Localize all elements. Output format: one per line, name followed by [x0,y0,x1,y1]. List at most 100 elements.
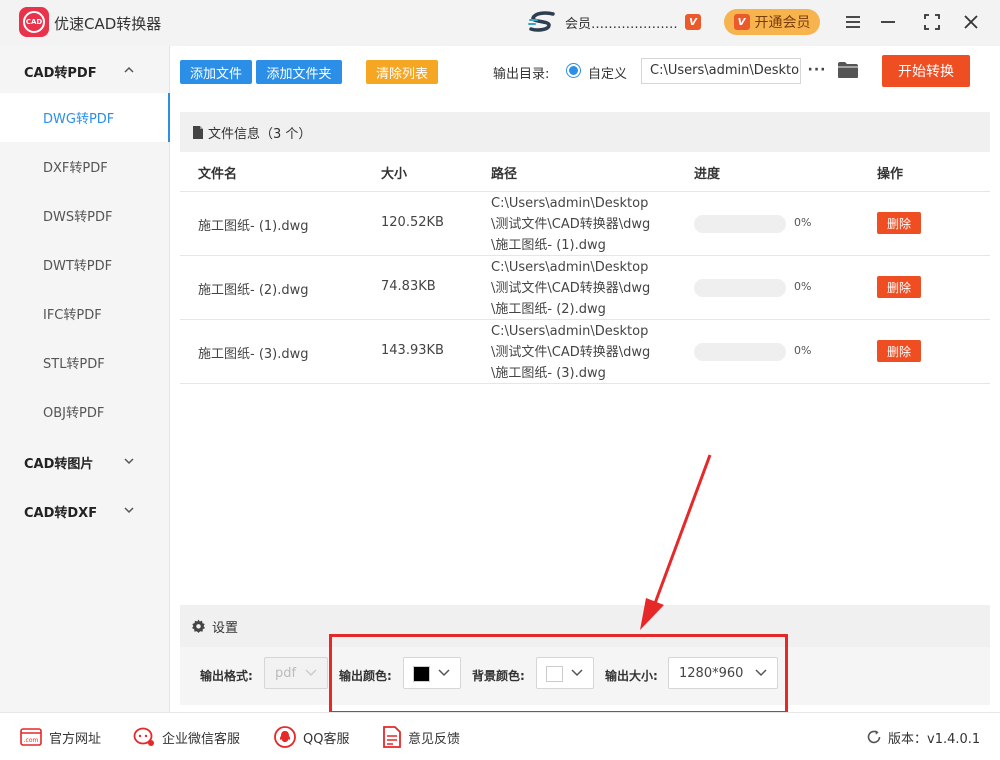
feedback-label: 意见反馈 [408,731,461,747]
wecom-service-label: 企业微信客服 [162,731,241,747]
more-options-icon[interactable]: ··· [807,60,827,80]
app-logo-icon: CAD [19,7,49,37]
chevron-down-icon [305,669,317,677]
feedback-link[interactable]: 意见反馈 [383,726,460,748]
table-row[interactable]: 施工图纸- (3).dwg 143.93KB C:\Users\admin\De… [180,320,990,384]
sidebar-item-stl-to-pdf[interactable]: STL转PDF [0,338,169,387]
folder-icon[interactable] [837,61,859,79]
chevron-down-icon[interactable] [124,456,134,466]
file-path: C:\Users\admin\Desktop \测试文件\CAD转换器\dwg … [491,192,671,256]
add-folder-button[interactable]: 添加文件夹 [256,60,342,84]
output-dir-label: 输出目录: [493,67,550,82]
version-info[interactable]: 版本：v1.4.0.1 [866,726,980,748]
col-header-progress: 进度 [694,167,721,182]
vip-button-label: 开通会员 [754,15,811,31]
progress-bar [694,343,786,361]
file-path-line: C:\Users\admin\Desktop [491,259,649,275]
delete-button[interactable]: 删除 [877,212,921,234]
file-path-line: \测试文件\CAD转换器\dwg [491,216,651,232]
sidebar-item-ifc-to-pdf[interactable]: IFC转PDF [0,289,169,338]
file-info-header: 文件信息（3 个） [180,112,990,152]
svg-text:.com: .com [24,737,39,744]
gear-icon [192,618,205,633]
clear-list-button[interactable]: 清除列表 [366,60,438,84]
sidebar-group-cad-to-pdf[interactable]: CAD转PDF [24,62,97,81]
file-path: C:\Users\admin\Desktop \测试文件\CAD转换器\dwg … [491,256,671,320]
settings-title: 设置 [212,620,239,636]
menu-icon[interactable] [842,11,864,33]
sidebar: CAD转PDF DWG转PDF DXF转PDF DWS转PDF DWT转PDF … [0,46,170,712]
file-name: 施工图纸- (3).dwg [198,347,309,362]
maximize-icon[interactable] [921,11,943,33]
chevron-up-icon[interactable] [124,65,134,75]
add-file-button[interactable]: 添加文件 [180,60,252,84]
file-size: 143.93KB [381,343,444,358]
user-logo-icon [528,11,555,32]
sidebar-item-dxf-to-pdf[interactable]: DXF转PDF [0,142,169,191]
file-size: 74.83KB [381,279,436,294]
vip-button[interactable]: V 开通会员 [724,9,820,35]
minimize-icon[interactable] [877,11,899,33]
qq-service-link[interactable]: QQ客服 [274,726,349,748]
refresh-icon [867,730,881,744]
output-path-field[interactable]: C:\Users\admin\Desktop [641,58,801,84]
vip-badge-icon: V [685,14,701,30]
table-row[interactable]: 施工图纸- (1).dwg 120.52KB C:\Users\admin\De… [180,192,990,256]
file-path-line: C:\Users\admin\Desktop [491,195,649,211]
vip-icon: V [733,14,750,30]
output-mode-radio[interactable] [566,63,581,78]
output-mode-label[interactable]: 自定义 [588,63,627,82]
file-path-line: \施工图纸- (2).dwg [491,301,606,317]
delete-button[interactable]: 删除 [877,340,921,362]
progress-text: 0% [794,216,812,229]
output-format-select: pdf [264,657,328,689]
app-title: 优速CAD转换器 [54,15,162,33]
table-row[interactable]: 施工图纸- (2).dwg 74.83KB C:\Users\admin\Des… [180,256,990,320]
version-label: 版本：v1.4.0.1 [888,731,981,747]
output-format-label: 输出格式: [200,669,253,683]
sidebar-item-dwg-to-pdf[interactable]: DWG转PDF [0,93,170,142]
footer: .com 官方网址 企业微信客服 QQ客服 意见反馈 版本：v1.4.0.1 [0,712,1000,760]
progress-text: 0% [794,344,812,357]
wecom-service-link[interactable]: 企业微信客服 [133,726,240,748]
title-bar: CAD 优速CAD转换器 会员………………… V V 开通会员 [0,0,1000,46]
progress-bar [694,215,786,233]
feedback-icon [383,726,401,748]
chevron-down-icon[interactable] [124,505,134,515]
official-site-link[interactable]: .com 官方网址 [20,726,101,748]
sidebar-item-dwt-to-pdf[interactable]: DWT转PDF [0,240,169,289]
start-convert-button[interactable]: 开始转换 [882,55,970,87]
file-size: 120.52KB [381,215,444,230]
sidebar-item-obj-to-pdf[interactable]: OBJ转PDF [0,387,169,436]
file-name: 施工图纸- (2).dwg [198,283,309,298]
file-path-line: C:\Users\admin\Desktop [491,323,649,339]
file-path-line: \施工图纸- (3).dwg [491,365,606,381]
user-name[interactable]: 会员………………… [565,13,677,32]
sidebar-group-cad-to-dxf[interactable]: CAD转DXF [24,502,97,521]
annotation-highlight-box [329,634,788,714]
file-info-title: 文件信息（3 个） [208,126,312,142]
qq-service-label: QQ客服 [303,731,350,747]
file-icon [193,125,203,139]
close-icon[interactable] [960,11,982,33]
col-header-name: 文件名 [198,167,238,182]
file-path-line: \测试文件\CAD转换器\dwg [491,344,651,360]
col-header-size: 大小 [381,167,408,182]
qq-icon [274,726,296,748]
wecom-icon [133,727,154,746]
file-path: C:\Users\admin\Desktop \测试文件\CAD转换器\dwg … [491,320,671,384]
col-header-action: 操作 [877,167,904,182]
file-name: 施工图纸- (1).dwg [198,219,309,234]
file-path-line: \测试文件\CAD转换器\dwg [491,280,651,296]
official-site-label: 官方网址 [49,731,102,747]
sidebar-group-cad-to-image[interactable]: CAD转图片 [24,453,93,472]
delete-button[interactable]: 删除 [877,276,921,298]
progress-text: 0% [794,280,812,293]
website-icon: .com [20,728,42,746]
col-header-path: 路径 [491,167,518,182]
app-logo-text: CAD [23,11,45,33]
progress-bar [694,279,786,297]
sidebar-item-dws-to-pdf[interactable]: DWS转PDF [0,191,169,240]
file-path-line: \施工图纸- (1).dwg [491,237,606,253]
output-format-value: pdf [275,666,297,681]
